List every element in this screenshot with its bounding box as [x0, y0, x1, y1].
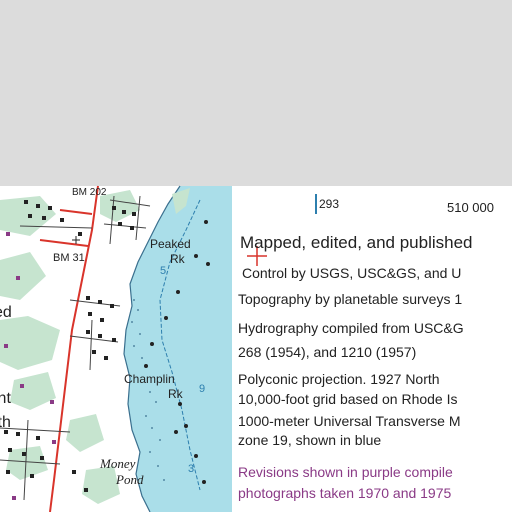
place-label-peaked: Peaked: [150, 237, 191, 251]
depth-label-9: 9: [199, 383, 206, 395]
credit-mapped: Mapped, edited, and published: [240, 233, 473, 252]
credit-utm: 1000-meter Universal Transverse M: [238, 413, 461, 429]
place-label-pond: Pond: [116, 472, 144, 487]
place-label-champlin: Champlin: [124, 372, 175, 386]
edge-label-1: ed: [0, 304, 12, 321]
grid-tick-510000: 510 000: [447, 200, 494, 215]
depth-label-3: 3: [188, 463, 195, 475]
place-label-champlin-rk: Rk: [168, 387, 183, 401]
credit-zone: zone 19, shown in blue: [238, 432, 382, 448]
topographic-map: 293 510 000 Mapped, edited, and publishe…: [0, 0, 512, 512]
edge-label-2: int: [0, 390, 11, 407]
edge-label-3: ith: [0, 414, 11, 431]
revision-note-1: Revisions shown in purple compile: [238, 464, 453, 480]
grid-tick-293: 293: [319, 197, 340, 211]
place-label-money: Money: [100, 456, 136, 471]
revision-note-2: photographs taken 1970 and 1975: [238, 485, 452, 501]
credit-projection: Polyconic projection. 1927 North: [238, 371, 440, 387]
benchmark-label-top: BM 202: [72, 187, 107, 198]
credit-hydrography: Hydrography compiled from USC&G: [238, 320, 464, 336]
grid-tick-mark: [315, 194, 317, 214]
depth-label-5: 5: [160, 265, 167, 277]
place-label-peaked-rk: Rk: [170, 252, 185, 266]
credit-grid: 10,000-foot grid based on Rhode Is: [238, 391, 458, 407]
credit-topography: Topography by planetable surveys 1: [238, 291, 463, 307]
credit-hydro-charts: 268 (1954), and 1210 (1957): [238, 344, 417, 360]
benchmark-label: BM 31: [53, 252, 85, 264]
credit-control: Control by USGS, USC&GS, and U: [242, 265, 462, 281]
